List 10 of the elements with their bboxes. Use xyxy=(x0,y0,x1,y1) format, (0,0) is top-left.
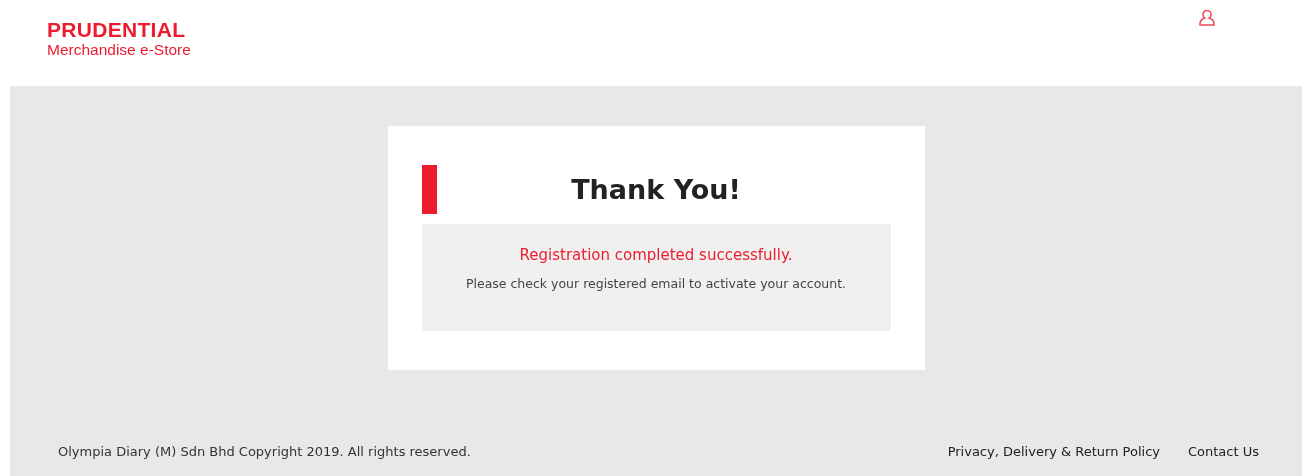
copyright-text: Olympia Diary (M) Sdn Bhd Copyright 2019. All rights reserved. xyxy=(58,444,471,459)
success-message: Registration completed successfully. xyxy=(519,246,793,264)
accent-bar xyxy=(421,165,437,214)
footer-link[interactable]: Privacy, Delivery & Return Policy xyxy=(947,444,1160,459)
instruction-text: Please check your registered email to activate your account. xyxy=(465,276,847,291)
footer-link[interactable]: Contact Us xyxy=(1188,444,1259,459)
page-title: Thank You! xyxy=(570,174,742,205)
brand-subtitle: Merchandise e-Store xyxy=(47,41,191,59)
brand-logo-text[interactable]: PRUDENTIAL xyxy=(47,19,191,41)
user-icon[interactable] xyxy=(1197,8,1217,28)
